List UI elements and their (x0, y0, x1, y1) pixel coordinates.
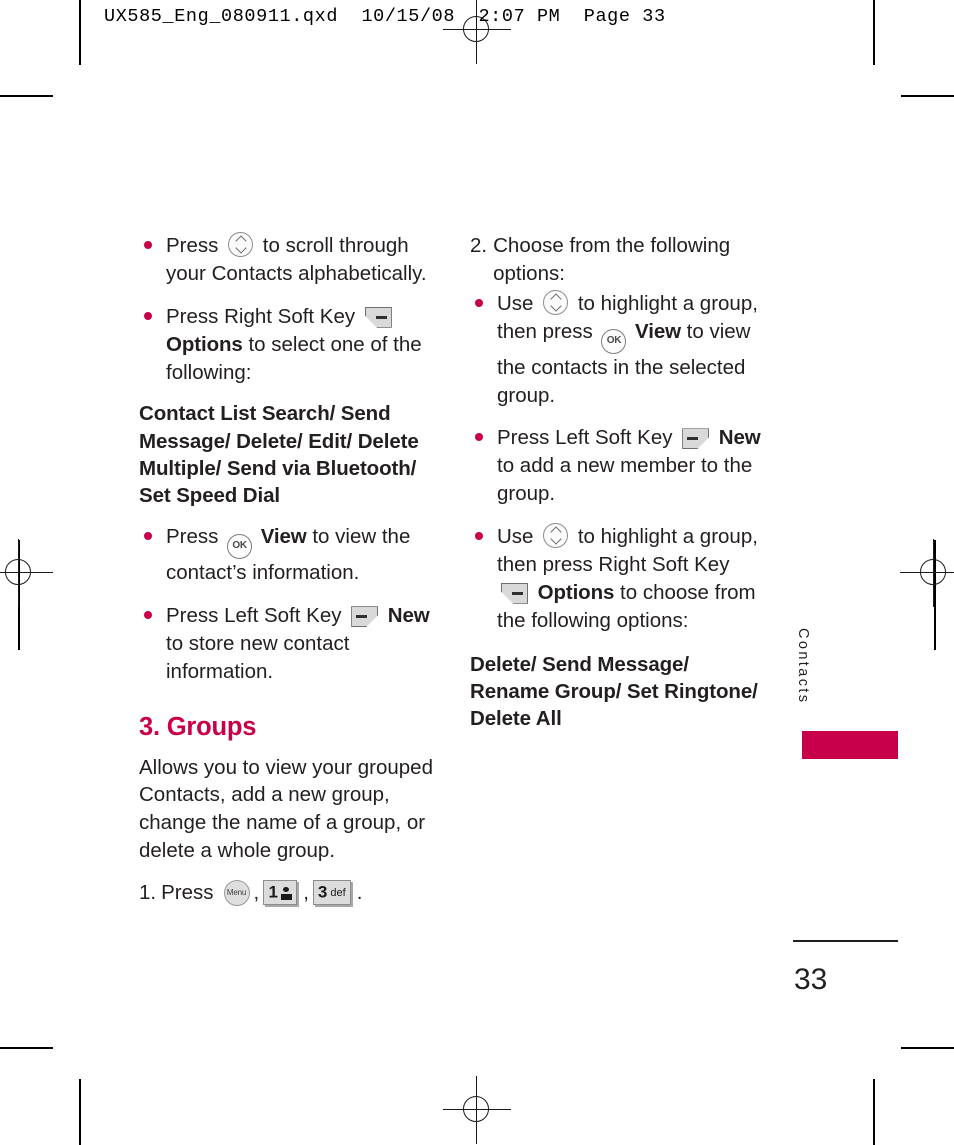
list-item: Use to highlight a group, then press Rig… (470, 523, 770, 635)
inline-text: Press Right Soft Key (166, 304, 361, 328)
navigation-key-icon[interactable] (228, 232, 254, 257)
emphasis-text: View (629, 319, 681, 343)
emphasis-text: New (382, 604, 430, 628)
key-sequence-step: 1. Press Menu , 1 , 3 def . (139, 879, 439, 907)
list-item: Press Left Soft Key New to store new con… (139, 602, 439, 686)
menu-key-icon[interactable]: Menu (223, 879, 250, 906)
inline-text: Press (166, 525, 225, 549)
left-bullet-list-bottom: Press OK View to view the contact’s info… (139, 523, 439, 686)
step-number: 2. (470, 234, 488, 257)
bullet-text: Press Left Soft Key New to store new con… (166, 604, 430, 683)
bullet-text: Press Right Soft Key Options to select o… (166, 305, 422, 384)
inline-text: to store new contact information. (166, 632, 350, 683)
list-item: Press to scroll through your Contacts al… (139, 232, 439, 288)
emphasis-text: Options (166, 332, 243, 356)
left-soft-key-icon[interactable] (351, 606, 379, 628)
inline-text: to add a new member to the group. (497, 454, 753, 506)
navigation-key-icon[interactable] (543, 289, 569, 315)
step-text: Choose from the following options: (493, 234, 731, 285)
navigation-key-icon[interactable] (543, 523, 569, 548)
contact-options-list: Contact List Search/ Send Message/ Delet… (139, 402, 419, 508)
key-separator: , (303, 881, 309, 905)
manual-page: Press to scroll through your Contacts al… (0, 0, 954, 1145)
right-bullet-list: Use to highlight a group, then press OK … (470, 289, 770, 635)
numeric-key-3-icon[interactable]: 3 def (312, 880, 351, 906)
right-soft-key-icon[interactable] (364, 306, 392, 328)
bullet-text: Press OK View to view the contact’s info… (166, 525, 410, 584)
section-description: Allows you to view your grouped Contacts… (139, 755, 433, 863)
left-column: Press to scroll through your Contacts al… (139, 232, 439, 907)
list-item: Press Left Soft Key New to add a new mem… (470, 424, 770, 508)
numeric-key-1-icon[interactable]: 1 (263, 880, 298, 906)
list-item: Press Right Soft Key Options to select o… (139, 303, 439, 387)
side-tab-label: Contacts (795, 628, 811, 705)
group-options-list: Delete/ Send Message/ Rename Group/ Set … (470, 652, 758, 731)
list-item: Press OK View to view the contact’s info… (139, 523, 439, 587)
right-column: 2. Choose from the following options: Us… (470, 232, 770, 746)
bullet-text: Use to highlight a group, then press Rig… (497, 523, 758, 632)
inline-text: Use (497, 525, 540, 548)
inline-text: Use (497, 291, 540, 315)
inline-text: Press (166, 234, 225, 257)
left-bullet-list-top: Press to scroll through your Contacts al… (139, 232, 439, 386)
emphasis-text: New (713, 426, 761, 450)
step-label: Press (161, 881, 214, 905)
emphasis-text: Options (532, 580, 615, 604)
side-tab-marker (802, 731, 898, 759)
voicemail-icon (280, 886, 292, 900)
bullet-text: Use to highlight a group, then press OK … (497, 289, 758, 407)
left-soft-key-icon[interactable] (682, 428, 710, 450)
key-separator: , (253, 881, 260, 905)
step-choose-options: 2. Choose from the following options: (470, 232, 770, 288)
step-number: 1. (139, 881, 157, 905)
inline-text: Press Left Soft Key (497, 426, 679, 450)
bullet-text: Press Left Soft Key New to add a new mem… (497, 426, 761, 505)
section-heading: 3. Groups (139, 712, 257, 741)
ok-key-icon[interactable]: OK (601, 328, 627, 354)
ok-key-icon[interactable]: OK (227, 534, 253, 560)
page-number: 33 (794, 963, 828, 996)
inline-text: Press Left Soft Key (166, 604, 348, 628)
right-soft-key-icon[interactable] (501, 582, 528, 604)
emphasis-text: View (255, 525, 307, 549)
bullet-text: Press to scroll through your Contacts al… (166, 232, 427, 285)
step-terminator: . (356, 881, 363, 905)
folio-rule (793, 940, 898, 942)
list-item: Use to highlight a group, then press OK … (470, 289, 770, 410)
